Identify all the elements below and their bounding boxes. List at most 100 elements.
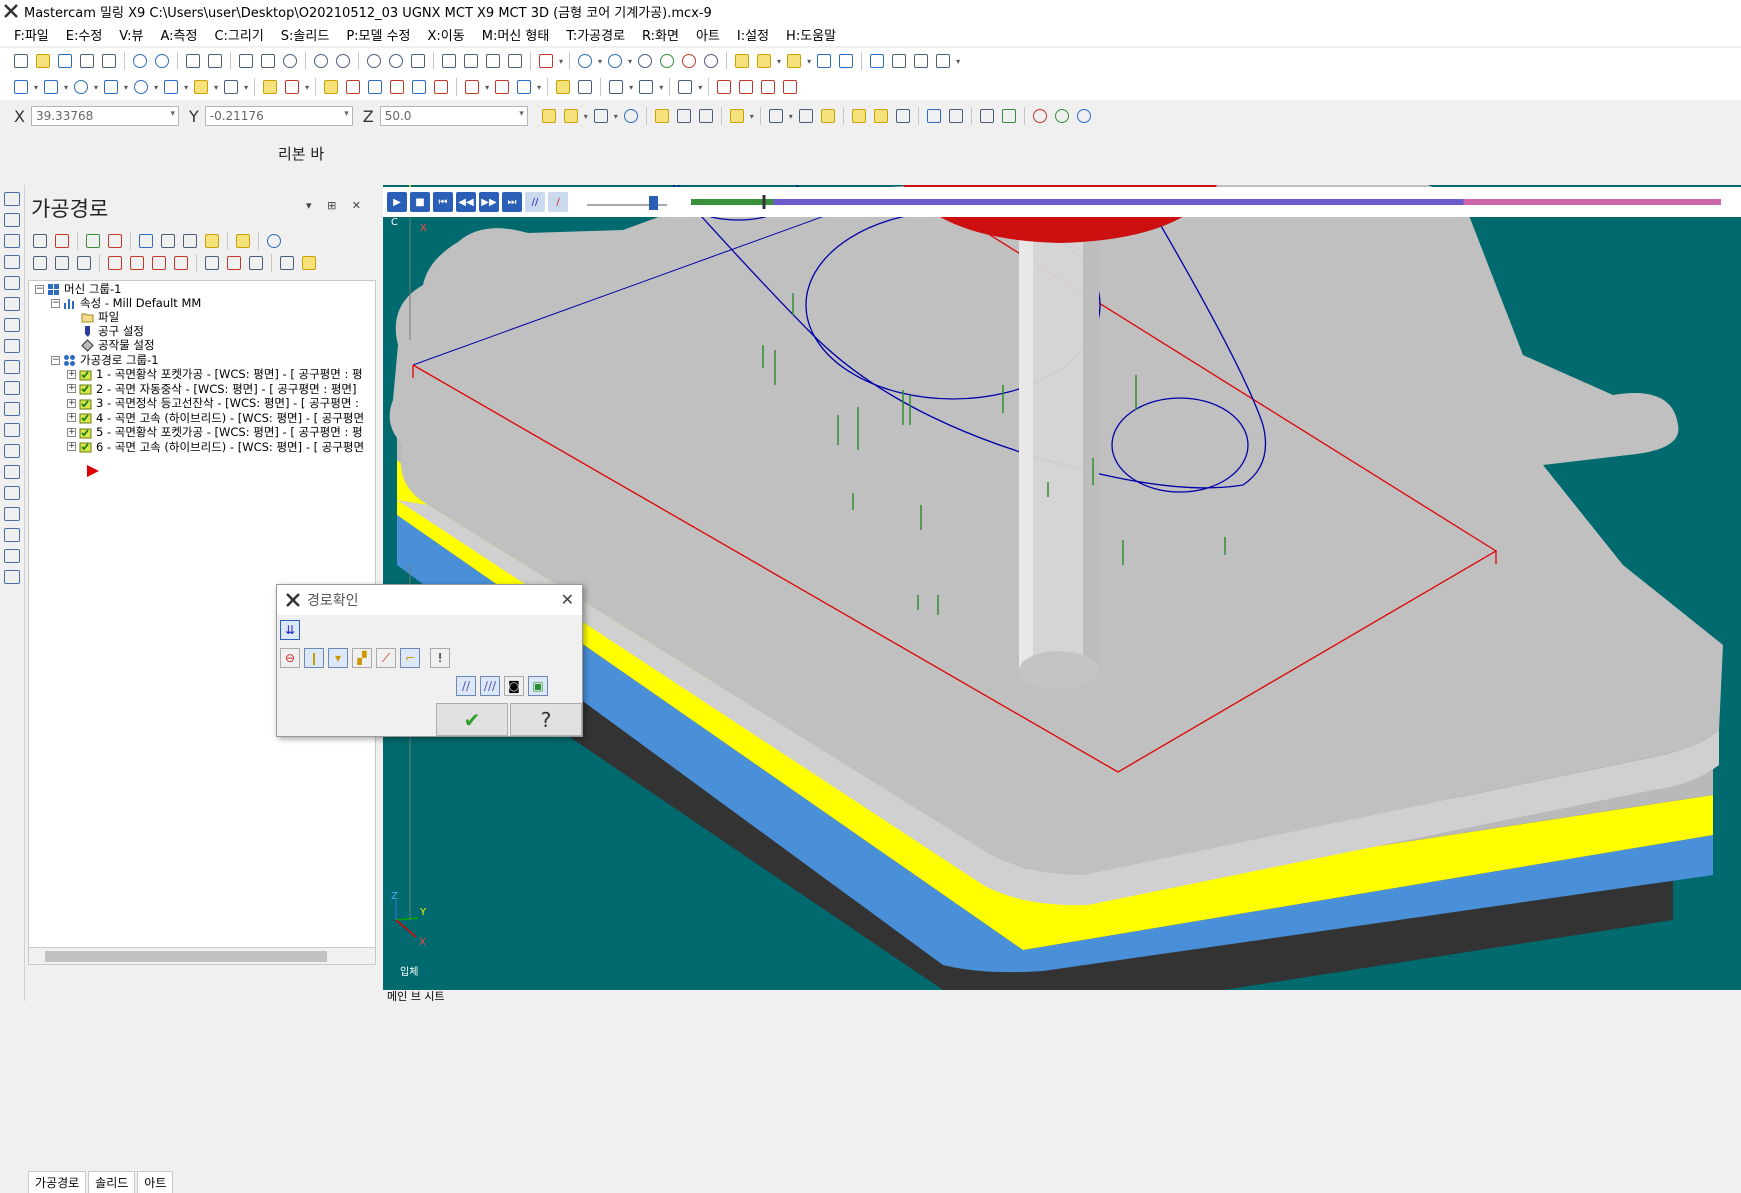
panel-tab-1[interactable]: 솔리드 xyxy=(88,1171,136,1193)
options-icon[interactable] xyxy=(277,253,297,273)
tree-stock-setup[interactable]: 공작물 설정 xyxy=(81,337,155,353)
menu-item-2[interactable]: V:뷰 xyxy=(119,25,143,44)
menu-item-4[interactable]: C:그리기 xyxy=(214,25,263,44)
layers-icon[interactable] xyxy=(889,51,909,71)
play-icon[interactable]: ▶ xyxy=(387,192,407,212)
view-iso-icon[interactable] xyxy=(505,51,525,71)
expand-icon[interactable]: + xyxy=(67,427,76,437)
goto-end-icon[interactable]: ⏭ xyxy=(502,192,522,212)
circle-icon[interactable] xyxy=(71,77,91,97)
operation-row[interactable]: +6 - 곡면 고속 (하이브리드) - [WCS: 평면] - [ 공구평면 xyxy=(67,439,364,455)
post-ops-icon[interactable] xyxy=(202,231,222,251)
translate-icon[interactable] xyxy=(321,77,341,97)
help-button[interactable]: ? xyxy=(510,703,582,736)
measure-icon[interactable] xyxy=(754,51,774,71)
toolpath-icon-4[interactable] xyxy=(4,255,20,269)
cursor-icon[interactable] xyxy=(796,106,816,126)
g1-icon[interactable] xyxy=(180,231,200,251)
delete-icon[interactable] xyxy=(282,77,302,97)
expand-icon[interactable]: + xyxy=(67,442,76,451)
trace-all-icon[interactable]: ∕∕∕ xyxy=(480,676,500,696)
toggle-post-icon[interactable] xyxy=(74,253,94,273)
menu-item-9[interactable]: T:가공경로 xyxy=(566,25,625,44)
highfeed-icon[interactable] xyxy=(233,231,253,251)
rapid-display-icon[interactable]: ▞ xyxy=(352,648,372,668)
offset-icon[interactable] xyxy=(409,77,429,97)
deselect-ops-icon[interactable] xyxy=(52,231,72,251)
x-coordinate-input[interactable]: 39.33768 xyxy=(30,106,179,126)
collapse-icon[interactable]: − xyxy=(51,298,60,308)
toolpath-icon-18[interactable] xyxy=(4,549,20,563)
menu-item-3[interactable]: A:측정 xyxy=(160,25,197,44)
redo-icon[interactable] xyxy=(152,51,172,71)
scroll-arrow-icon[interactable] xyxy=(171,253,191,273)
stop-icon[interactable]: ■ xyxy=(410,192,430,212)
toolpath-icon-5[interactable] xyxy=(4,276,20,290)
speed-slider[interactable] xyxy=(587,192,667,212)
holder-display-icon[interactable]: ▾ xyxy=(328,648,348,668)
verify-ops-icon[interactable] xyxy=(158,231,178,251)
toolpath-icon-7[interactable] xyxy=(4,318,20,332)
translucency-icon[interactable] xyxy=(679,51,699,71)
info-icon[interactable]: ! xyxy=(430,648,450,668)
toolpath-icon-12[interactable] xyxy=(4,423,20,437)
toolpath-icon-2[interactable] xyxy=(4,213,20,227)
horizontal-dim-icon[interactable] xyxy=(606,77,626,97)
select-all-ops-icon[interactable] xyxy=(30,231,50,251)
wireframe-icon[interactable] xyxy=(701,51,721,71)
regen-all-icon[interactable] xyxy=(83,231,103,251)
display-options-icon[interactable]: ⊖ xyxy=(280,648,300,668)
menu-item-12[interactable]: I:설정 xyxy=(737,25,769,44)
menu-item-1[interactable]: E:수정 xyxy=(66,25,103,44)
rotate-xform-icon[interactable] xyxy=(343,77,363,97)
zoom-target-icon[interactable] xyxy=(236,51,256,71)
array-icon[interactable] xyxy=(492,77,512,97)
selection-mode-icon[interactable] xyxy=(727,106,747,126)
y-coordinate-input[interactable]: -0.21176 xyxy=(204,106,353,126)
view-right-icon[interactable] xyxy=(483,51,503,71)
save-geometry-icon[interactable]: ▣ xyxy=(528,676,548,696)
menu-item-7[interactable]: X:이동 xyxy=(428,25,465,44)
cancel-circle-icon[interactable] xyxy=(1030,106,1050,126)
toolpath-icon-9[interactable] xyxy=(4,360,20,374)
trim-icon[interactable] xyxy=(260,77,280,97)
tree-properties[interactable]: − 속성 - Mill Default MM xyxy=(51,295,201,311)
simulate-icon[interactable] xyxy=(758,77,778,97)
toolpath-icon-1[interactable] xyxy=(4,192,20,206)
surface-icon[interactable] xyxy=(221,77,241,97)
undo-icon[interactable] xyxy=(130,51,150,71)
graphics-viewport[interactable]: Y X C Z Y X xyxy=(383,185,1741,990)
line-icon[interactable] xyxy=(41,77,61,97)
panel-tab-2[interactable]: 아트 xyxy=(137,1171,174,1193)
menu-item-10[interactable]: R:화면 xyxy=(642,25,679,44)
trace-icon[interactable]: ∕∕ xyxy=(456,676,476,696)
zoom-out-icon[interactable] xyxy=(333,51,353,71)
collapse-icon[interactable]: − xyxy=(51,355,60,365)
print-preview-icon[interactable] xyxy=(99,51,119,71)
view-front-icon[interactable] xyxy=(461,51,481,71)
globe-icon[interactable] xyxy=(575,51,595,71)
machine-icon[interactable] xyxy=(867,51,887,71)
toolpath-icon-10[interactable] xyxy=(4,381,20,395)
move-icon[interactable] xyxy=(514,77,534,97)
face-select-icon[interactable] xyxy=(849,106,869,126)
step-forward-icon[interactable]: ▶▶ xyxy=(479,192,499,212)
expand-icon[interactable]: + xyxy=(67,369,76,379)
panel-tab-0[interactable]: 가공경로 xyxy=(28,1171,87,1193)
arc-icon[interactable] xyxy=(131,77,151,97)
collapse-icon[interactable] xyxy=(246,253,266,273)
regen-dirty-icon[interactable] xyxy=(105,231,125,251)
menu-item-0[interactable]: F:파일 xyxy=(14,25,49,44)
toolpath-icon-15[interactable] xyxy=(4,486,20,500)
grid-icon[interactable] xyxy=(836,51,856,71)
window-select-icon[interactable] xyxy=(766,106,786,126)
spline-icon[interactable] xyxy=(161,77,181,97)
dynamic-rotate-icon[interactable] xyxy=(386,51,406,71)
menu-item-11[interactable]: 아트 xyxy=(696,25,720,44)
panel-controls[interactable]: ▾ ⊞ ✕ xyxy=(306,199,367,212)
shaded-tool-icon[interactable]: ⌐ xyxy=(400,648,420,668)
check-selection-icon[interactable] xyxy=(999,106,1019,126)
z-coordinate-input[interactable]: 50.0 xyxy=(379,106,528,126)
toolpath-icon-3[interactable] xyxy=(4,234,20,248)
toolpath-icon-13[interactable] xyxy=(4,444,20,458)
